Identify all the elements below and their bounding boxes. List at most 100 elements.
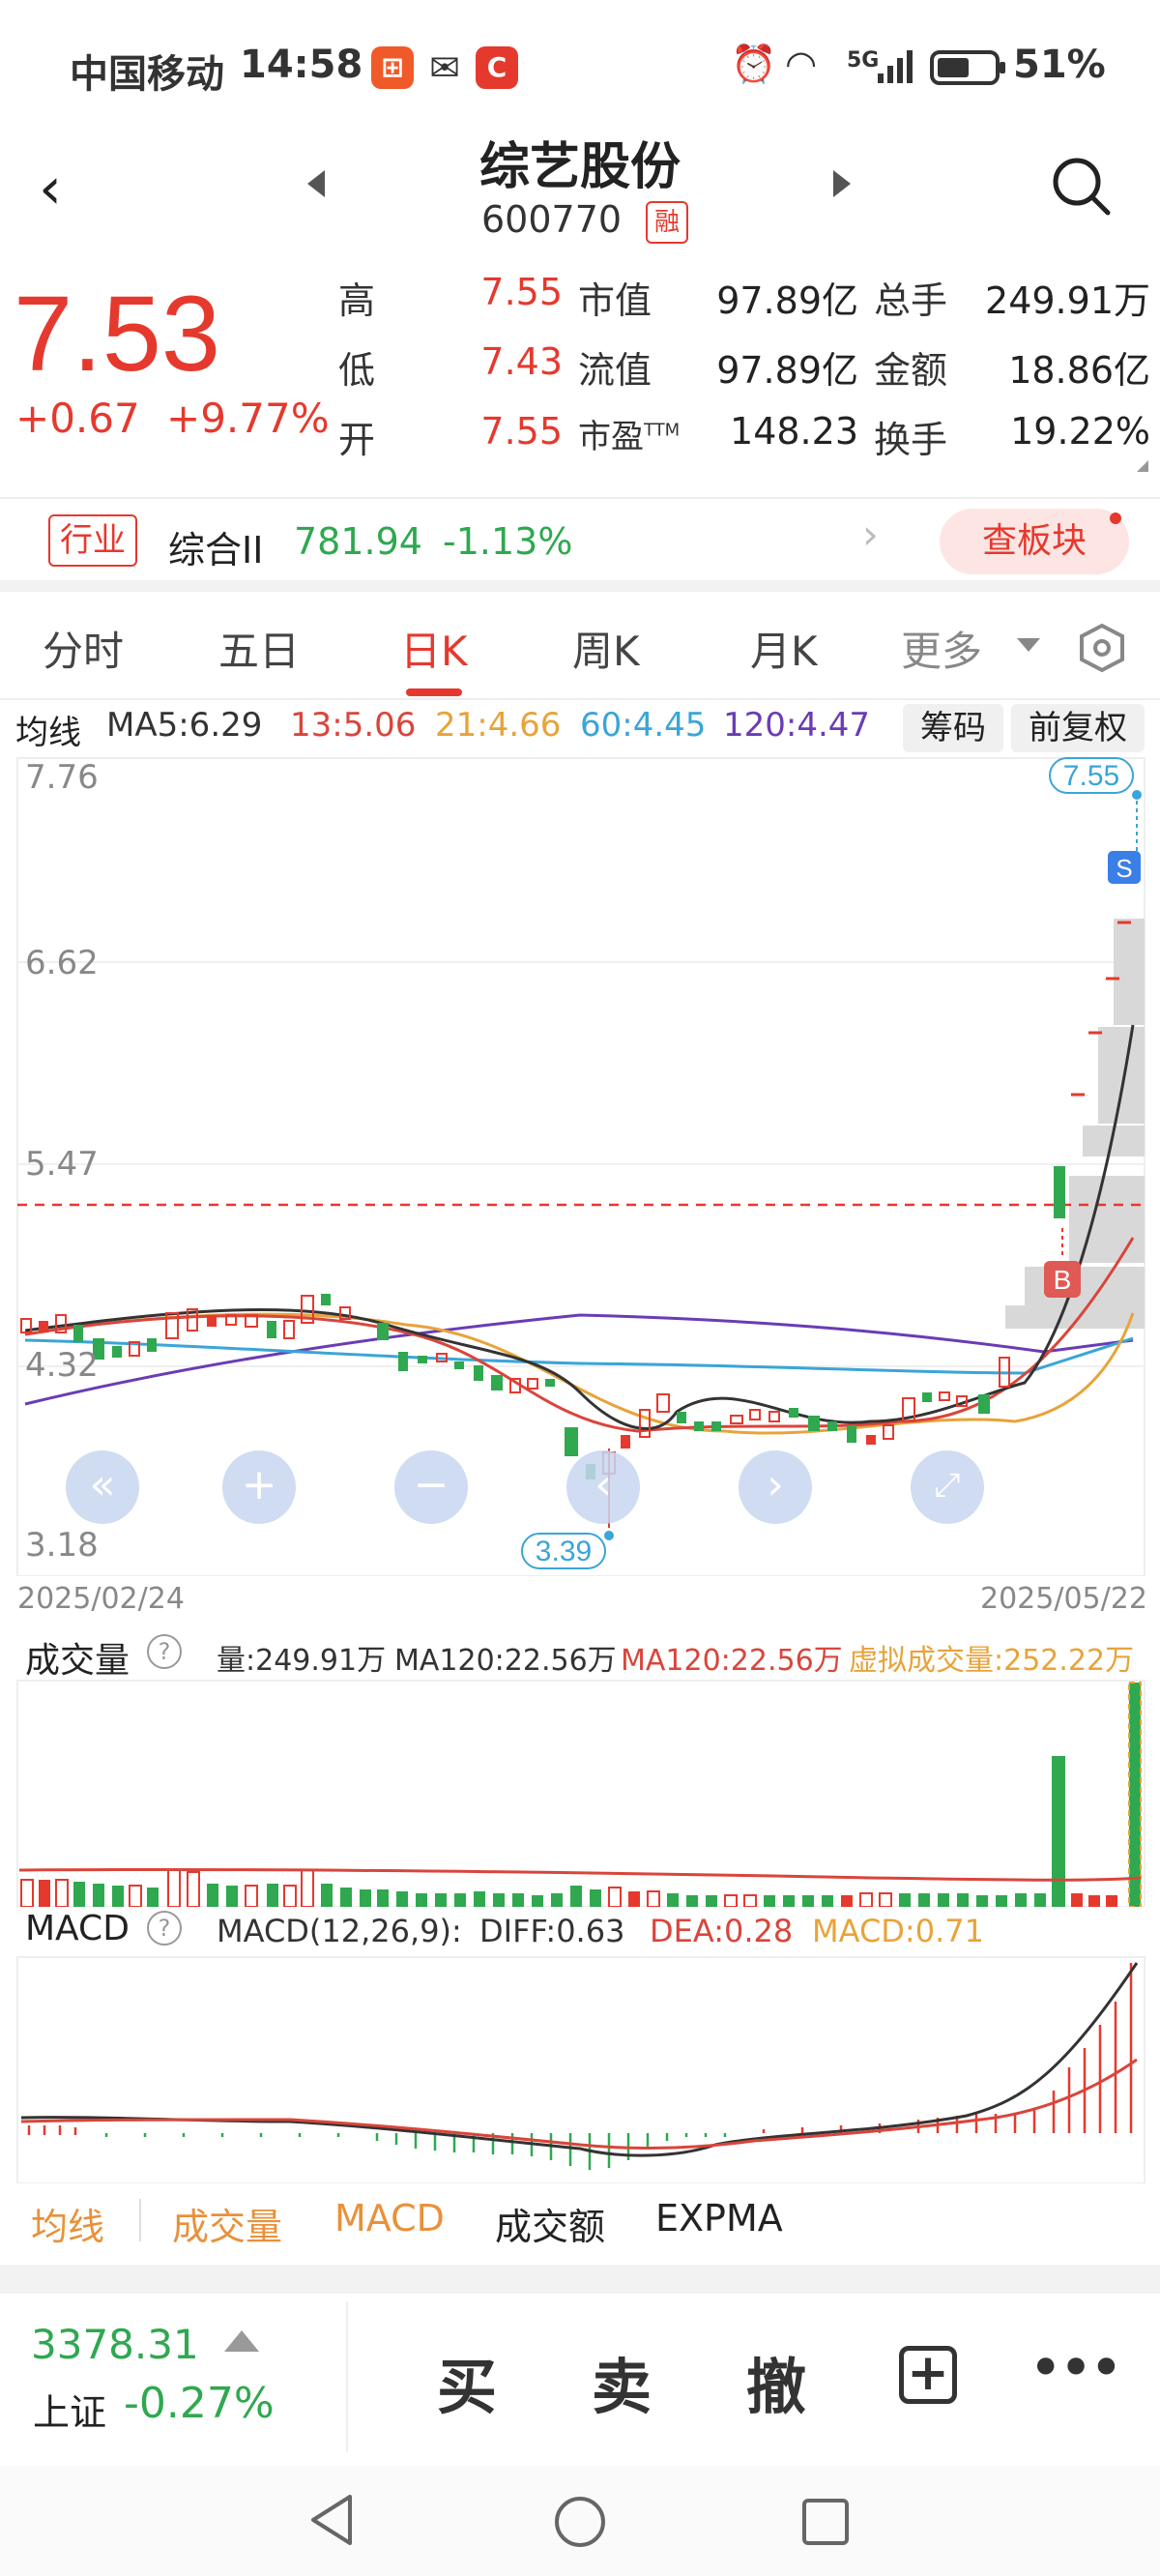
- tab-divider: [0, 698, 1160, 700]
- macd-help-icon[interactable]: ?: [147, 1911, 182, 1946]
- open-value: 7.55: [480, 410, 563, 453]
- add-watchlist-icon[interactable]: +: [899, 2346, 957, 2404]
- ma60-legend: 60:4.45: [580, 706, 707, 745]
- diff-line: [20, 1962, 1139, 2157]
- search-icon[interactable]: [1050, 155, 1114, 219]
- tab-daily-k[interactable]: 日K: [400, 619, 468, 678]
- price-axis-top: 7.76: [25, 758, 99, 797]
- macd-title: MACD: [25, 1909, 130, 1948]
- ma5-legend: MA5:6.29: [106, 706, 263, 745]
- volume-ma120-b: MA120:22.56万: [621, 1644, 843, 1678]
- market-cap-value: 97.89亿: [716, 279, 858, 322]
- index-name[interactable]: 上证: [33, 2383, 106, 2436]
- pe-value: 148.23: [730, 410, 858, 453]
- industry-badge: 行业: [48, 514, 137, 567]
- high-value: 7.55: [480, 271, 563, 313]
- bottom-divider: [346, 2301, 348, 2452]
- margin-badge: 融: [646, 201, 688, 244]
- price-change-pct: +9.77%: [166, 395, 330, 442]
- indicator-tab-ma[interactable]: 均线: [31, 2197, 104, 2250]
- more-dropdown-icon[interactable]: [1017, 638, 1040, 652]
- stock-name: 综艺股份: [478, 138, 681, 196]
- end-date: 2025/05/22: [980, 1582, 1147, 1616]
- tab-monthly-k[interactable]: 月K: [750, 619, 818, 678]
- cancel-order-button[interactable]: 撤: [746, 2338, 806, 2425]
- start-date: 2025/02/24: [17, 1582, 185, 1616]
- scroll-left-button[interactable]: ‹: [566, 1450, 640, 1524]
- price-axis-3: 5.47: [25, 1145, 99, 1184]
- industry-name[interactable]: 综合II: [168, 520, 263, 573]
- ma21-legend: 21:4.66: [435, 706, 562, 745]
- dea-line: [20, 2058, 1138, 2150]
- total-volume-value: 249.91万: [985, 279, 1150, 322]
- float-cap-value: 97.89亿: [716, 349, 858, 392]
- volume-title: 成交量: [25, 1641, 130, 1681]
- low-marker-text: 3.39: [536, 1536, 592, 1567]
- price-axis-2: 6.62: [25, 944, 99, 982]
- ma13-legend: 13:5.06: [290, 706, 417, 745]
- expand-corner-icon[interactable]: [1137, 460, 1148, 472]
- view-sector-button[interactable]: 查板块: [940, 509, 1129, 574]
- sell-button[interactable]: 卖: [592, 2338, 652, 2425]
- macd-value: MACD:0.71: [812, 1913, 984, 1949]
- tab-intraday[interactable]: 分时: [43, 619, 124, 678]
- price-axis-4: 4.32: [25, 1346, 99, 1385]
- kline-chart[interactable]: 7.55 S B 3.39: [0, 754, 1160, 1576]
- volume-chart[interactable]: [0, 1679, 1160, 1907]
- tab-weekly-k[interactable]: 周K: [572, 619, 640, 678]
- nav-recents-icon[interactable]: [798, 2495, 853, 2549]
- industry-change: -1.13%: [443, 520, 573, 563]
- more-menu-icon[interactable]: •••: [1029, 2334, 1123, 2402]
- forward-adjust-button[interactable]: 前复权: [1011, 704, 1145, 752]
- wechat-icon: ✉: [429, 46, 460, 89]
- tab-five-day[interactable]: 五日: [218, 619, 300, 678]
- zoom-out-button[interactable]: −: [394, 1450, 468, 1524]
- status-bar: 中国移动 14:58 ⊞ ✉ C ⏰ ◠ 5G 51%: [0, 0, 1160, 126]
- fullscreen-icon[interactable]: ⤢: [911, 1450, 984, 1524]
- index-value: 3378.31: [31, 2321, 199, 2368]
- pe-label: 市盈TTM: [578, 418, 681, 456]
- buy-button[interactable]: 买: [437, 2338, 497, 2425]
- stock-code: 600770: [481, 198, 623, 241]
- chevron-right-icon[interactable]: ›: [862, 511, 879, 558]
- section-gap: [0, 580, 1160, 592]
- indicator-tab-amount[interactable]: 成交额: [495, 2197, 605, 2250]
- settings-hexagon-icon[interactable]: [1077, 623, 1127, 673]
- network-label: 5G: [847, 48, 880, 73]
- wifi-icon: ◠: [787, 43, 816, 85]
- macd-chart[interactable]: [0, 1955, 1160, 2183]
- section-gap-bottom: [0, 2265, 1160, 2294]
- index-trend-icon: [224, 2330, 259, 2352]
- battery-icon: [930, 50, 1005, 85]
- turnover-amount-label: 金额: [874, 349, 948, 392]
- signal-icon: [878, 50, 913, 83]
- high-marker-text: 7.55: [1063, 760, 1119, 792]
- macd-params: MACD(12,26,9):: [217, 1913, 462, 1949]
- battery-percent: 51%: [1013, 43, 1106, 87]
- zoom-in-button[interactable]: +: [222, 1450, 296, 1524]
- alarm-icon: ⏰: [731, 43, 777, 85]
- scroll-right-button[interactable]: ›: [739, 1450, 812, 1524]
- nav-back-icon[interactable]: [305, 2491, 360, 2549]
- open-label: 开: [338, 419, 376, 461]
- volume-help-icon[interactable]: ?: [147, 1634, 182, 1669]
- chip-distribution-button[interactable]: 筹码: [903, 704, 1003, 752]
- macd-histogram: [27, 1963, 1133, 2170]
- pe-ttm-sup: TTM: [644, 420, 681, 441]
- low-value: 7.43: [480, 340, 563, 383]
- scroll-left-fast-button[interactable]: «: [66, 1450, 139, 1524]
- indicator-tab-expma[interactable]: EXPMA: [655, 2197, 783, 2239]
- tab-more[interactable]: 更多: [901, 619, 982, 678]
- c-app-icon: C: [476, 46, 518, 89]
- indicator-tab-volume[interactable]: 成交量: [172, 2197, 282, 2250]
- price-axis-bottom: 3.18: [25, 1526, 99, 1565]
- float-cap-label: 流值: [578, 349, 652, 392]
- nav-home-icon[interactable]: [551, 2493, 609, 2551]
- carrier-label: 中国移动: [70, 52, 224, 97]
- industry-value: 781.94: [294, 520, 422, 563]
- indicator-tab-macd[interactable]: MACD: [334, 2197, 445, 2239]
- current-price: 7.53: [14, 275, 221, 394]
- svg-text:B: B: [1054, 1265, 1072, 1295]
- active-tab-indicator: [406, 688, 462, 696]
- next-stock-button[interactable]: [833, 170, 851, 197]
